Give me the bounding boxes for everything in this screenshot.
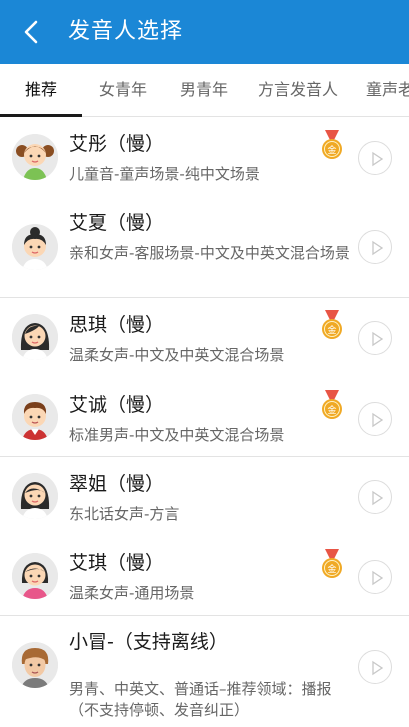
speaker-name: 艾彤（慢） bbox=[69, 133, 165, 155]
category-tabs: 推荐 女青年 男青年 方言发音人 童声老 bbox=[0, 64, 409, 117]
play-icon bbox=[372, 331, 384, 347]
page-title: 发音人选择 bbox=[68, 19, 184, 44]
tab-children-elderly[interactable]: 童声老 bbox=[352, 64, 409, 116]
app-bar: 发音人选择 bbox=[0, 0, 409, 64]
girl-avatar bbox=[12, 553, 58, 599]
speaker-row[interactable]: 艾琪（慢） 温柔女声-通用场景 金 bbox=[0, 537, 409, 615]
medal-text: 金 bbox=[327, 563, 336, 575]
woman-avatar bbox=[12, 473, 58, 519]
speaker-row[interactable]: 思琪（慢） 温柔女声-中文及中英文混合场景 金 bbox=[0, 298, 409, 378]
play-button[interactable] bbox=[358, 560, 392, 594]
man-avatar bbox=[12, 394, 58, 440]
speaker-row[interactable]: 翠姐（慢） 东北话女声-方言 bbox=[0, 457, 409, 537]
speaker-name: 思琪（慢） bbox=[69, 314, 165, 336]
speaker-name: 艾夏（慢） bbox=[69, 212, 165, 234]
speaker-description: 男青、中英文、普通话–推荐领域：播报（不支持停顿、发音纠正） bbox=[69, 680, 332, 719]
speaker-name: 艾琪（慢） bbox=[69, 552, 165, 574]
speaker-name: 翠姐（慢） bbox=[69, 473, 165, 495]
speaker-description: 标准男声-中文及中英文混合场景 bbox=[69, 426, 285, 444]
play-button[interactable] bbox=[358, 230, 392, 264]
speaker-row[interactable]: 艾诚（慢） 标准男声-中文及中英文混合场景 金 bbox=[0, 378, 409, 456]
speaker-row[interactable]: 小冒-（支持离线） 男青、中英文、普通话–推荐领域：播报（不支持停顿、发音纠正） bbox=[0, 616, 409, 726]
speaker-row[interactable]: 艾夏（慢） 亲和女声-客服场景-中文及中英文混合场景 bbox=[0, 198, 409, 297]
play-button[interactable] bbox=[358, 402, 392, 436]
play-icon bbox=[372, 490, 384, 506]
play-icon bbox=[372, 151, 384, 167]
speaker-description: 亲和女声-客服场景-中文及中英文混合场景 bbox=[69, 244, 350, 262]
play-icon bbox=[372, 570, 384, 586]
medal-text: 金 bbox=[327, 324, 336, 336]
young-man-avatar bbox=[12, 642, 58, 688]
speaker-description: 儿童音-童声场景-纯中文场景 bbox=[69, 165, 260, 183]
medal-text: 金 bbox=[327, 404, 336, 416]
play-icon bbox=[372, 412, 384, 428]
tab-young-men[interactable]: 男青年 bbox=[164, 64, 244, 116]
woman-avatar bbox=[12, 314, 58, 360]
speaker-name: 小冒-（支持离线） bbox=[69, 631, 228, 653]
tab-recommended[interactable]: 推荐 bbox=[0, 64, 82, 116]
woman-bun-avatar bbox=[12, 224, 58, 270]
gold-medal-icon: 金 bbox=[322, 130, 342, 159]
tab-young-women[interactable]: 女青年 bbox=[82, 64, 164, 116]
gold-medal-icon: 金 bbox=[322, 390, 342, 419]
play-button[interactable] bbox=[358, 480, 392, 514]
play-button[interactable] bbox=[358, 650, 392, 684]
active-tab-indicator bbox=[0, 114, 82, 117]
speaker-name: 艾诚（慢） bbox=[69, 394, 165, 416]
play-button[interactable] bbox=[358, 141, 392, 175]
speaker-description: 温柔女声-中文及中英文混合场景 bbox=[69, 346, 285, 364]
medal-text: 金 bbox=[327, 144, 336, 156]
gold-medal-icon: 金 bbox=[322, 310, 342, 339]
play-icon bbox=[372, 240, 384, 256]
speaker-description: 东北话女声-方言 bbox=[69, 505, 180, 523]
back-arrow-icon[interactable] bbox=[16, 16, 48, 48]
play-button[interactable] bbox=[358, 321, 392, 355]
girl-child-avatar bbox=[12, 134, 58, 180]
tab-dialect-speakers[interactable]: 方言发音人 bbox=[244, 64, 352, 116]
play-icon bbox=[372, 660, 384, 676]
gold-medal-icon: 金 bbox=[322, 549, 342, 578]
speaker-description: 温柔女声-通用场景 bbox=[69, 584, 195, 602]
speaker-row[interactable]: 艾彤（慢） 儿童音-童声场景-纯中文场景 金 bbox=[0, 118, 409, 198]
